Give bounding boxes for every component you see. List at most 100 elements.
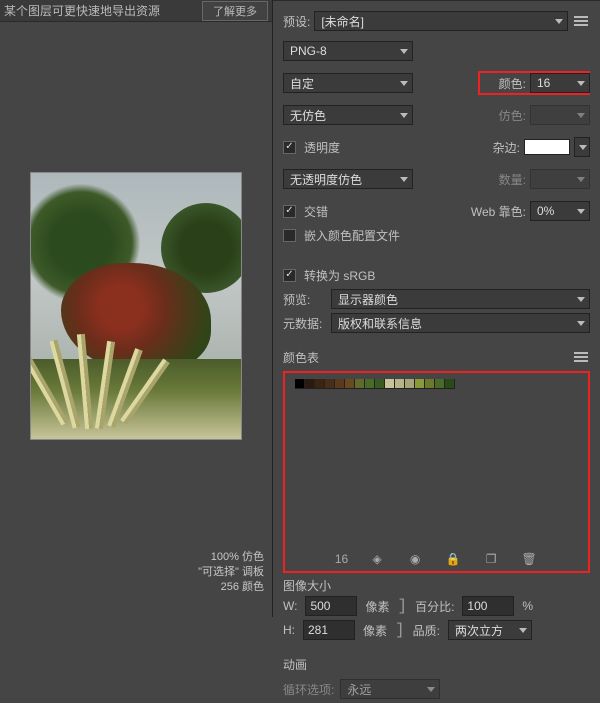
preview-mode-line: "可选择" 调板 [0, 565, 264, 580]
lock-icon[interactable]: 🔒 [444, 550, 462, 568]
dither-value: 无仿色 [290, 107, 326, 124]
metadata-value: 版权和联系信息 [338, 315, 422, 332]
top-hint-text: 某个图层可更快速地导出资源 [4, 2, 160, 19]
websnap-label: Web 靠色: [471, 203, 526, 220]
chevron-down-icon [400, 81, 408, 86]
link-bracket-icon: ] [395, 621, 405, 639]
color-table-count: 16 [335, 552, 348, 566]
chevron-down-icon [577, 209, 585, 214]
color-swatch[interactable] [315, 379, 325, 389]
new-color-icon[interactable]: ❐ [482, 550, 500, 568]
convert-srgb-label: 转换为 sRGB [304, 267, 375, 284]
map-selected-icon[interactable]: ◈ [368, 550, 386, 568]
link-bracket-icon: ] [397, 597, 407, 615]
percent-input[interactable]: 100 [462, 596, 514, 616]
color-swatch[interactable] [305, 379, 315, 389]
color-swatch[interactable] [435, 379, 445, 389]
interlaced-label: 交错 [304, 203, 328, 220]
preview-mode-label: 预览: [283, 291, 327, 308]
dither-dropdown[interactable]: 无仿色 [283, 105, 413, 125]
width-label: W: [283, 599, 297, 613]
chevron-down-icon [400, 113, 408, 118]
percent-label: 百分比: [415, 598, 454, 615]
metadata-label: 元数据: [283, 315, 327, 332]
color-swatch[interactable] [405, 379, 415, 389]
trans-dither-value: 无透明度仿色 [290, 171, 362, 188]
height-unit: 像素 [363, 622, 387, 639]
transparency-label: 透明度 [304, 139, 340, 156]
width-unit: 像素 [365, 598, 389, 615]
reduction-dropdown[interactable]: 自定 [283, 73, 413, 93]
chevron-down-icon [400, 177, 408, 182]
color-swatch[interactable] [375, 379, 385, 389]
chevron-down-icon [577, 81, 585, 86]
chevron-down-icon [577, 177, 585, 182]
chevron-down-icon [555, 19, 563, 24]
matte-dropdown[interactable] [574, 137, 590, 157]
quality-dropdown[interactable]: 两次立方 [448, 620, 532, 640]
loop-dropdown: 永远 [340, 679, 440, 699]
color-swatch[interactable] [415, 379, 425, 389]
matte-swatch[interactable] [524, 139, 570, 155]
preset-dropdown[interactable]: [未命名] [314, 11, 568, 31]
preset-value: [未命名] [321, 13, 364, 30]
trash-icon[interactable]: 🗑 [520, 550, 538, 568]
preset-menu-icon[interactable] [572, 12, 590, 30]
chevron-down-icon [577, 297, 585, 302]
trans-amount-label: 数量: [499, 171, 526, 188]
trans-amount-dropdown [530, 169, 590, 189]
color-swatch[interactable] [445, 379, 455, 389]
color-swatch[interactable] [295, 379, 305, 389]
color-swatch[interactable] [325, 379, 335, 389]
color-table-menu-icon[interactable] [572, 348, 590, 366]
preset-label: 预设: [283, 13, 310, 30]
transparency-checkbox[interactable] [283, 141, 296, 154]
colors-label: 颜色: [499, 75, 526, 92]
preview-colors-line: 256 颜色 [0, 580, 264, 595]
color-swatch[interactable] [395, 379, 405, 389]
quality-label: 品质: [413, 622, 440, 639]
embed-profile-checkbox[interactable] [283, 229, 296, 242]
height-input[interactable]: 281 [303, 620, 355, 640]
loop-label: 循环选项: [283, 681, 334, 698]
learn-more-button[interactable]: 了解更多 [202, 1, 268, 21]
color-swatch[interactable] [425, 379, 435, 389]
dither-amount-label: 仿色: [499, 107, 526, 124]
preview-mode-value: 显示器颜色 [338, 291, 398, 308]
preview-image[interactable] [30, 172, 242, 440]
chevron-down-icon [579, 145, 587, 150]
color-swatch[interactable] [335, 379, 345, 389]
chevron-down-icon [577, 321, 585, 326]
interlaced-checkbox[interactable] [283, 205, 296, 218]
color-table-swatches[interactable] [295, 379, 455, 389]
chevron-down-icon [519, 628, 527, 633]
reduction-value: 自定 [290, 75, 314, 92]
embed-profile-label: 嵌入颜色配置文件 [304, 227, 400, 244]
format-value: PNG-8 [290, 44, 327, 58]
percent-unit: % [522, 599, 533, 613]
format-dropdown[interactable]: PNG-8 [283, 41, 413, 61]
matte-label: 杂边: [493, 139, 520, 156]
loop-value: 永远 [347, 681, 371, 698]
dither-amount-dropdown [530, 105, 590, 125]
colors-dropdown[interactable]: 16 [530, 73, 590, 93]
color-swatch[interactable] [385, 379, 395, 389]
preview-area: 100% 仿色 "可选择" 调板 256 颜色 [0, 22, 272, 617]
websnap-value: 0% [537, 204, 554, 218]
color-swatch[interactable] [365, 379, 375, 389]
trans-dither-dropdown[interactable]: 无透明度仿色 [283, 169, 413, 189]
animation-title: 动画 [273, 652, 600, 675]
color-swatch[interactable] [345, 379, 355, 389]
color-swatch[interactable] [355, 379, 365, 389]
metadata-dropdown[interactable]: 版权和联系信息 [331, 313, 590, 333]
image-size-title: 图像大小 [273, 573, 600, 596]
width-input[interactable]: 500 [305, 596, 357, 616]
chevron-down-icon [577, 113, 585, 118]
shift-web-icon[interactable]: ◉ [406, 550, 424, 568]
websnap-dropdown[interactable]: 0% [530, 201, 590, 221]
chevron-down-icon [400, 49, 408, 54]
preview-mode-dropdown[interactable]: 显示器颜色 [331, 289, 590, 309]
convert-srgb-checkbox[interactable] [283, 269, 296, 282]
preview-meta: 100% 仿色 "可选择" 调板 256 颜色 [0, 550, 272, 595]
quality-value: 两次立方 [455, 622, 503, 639]
